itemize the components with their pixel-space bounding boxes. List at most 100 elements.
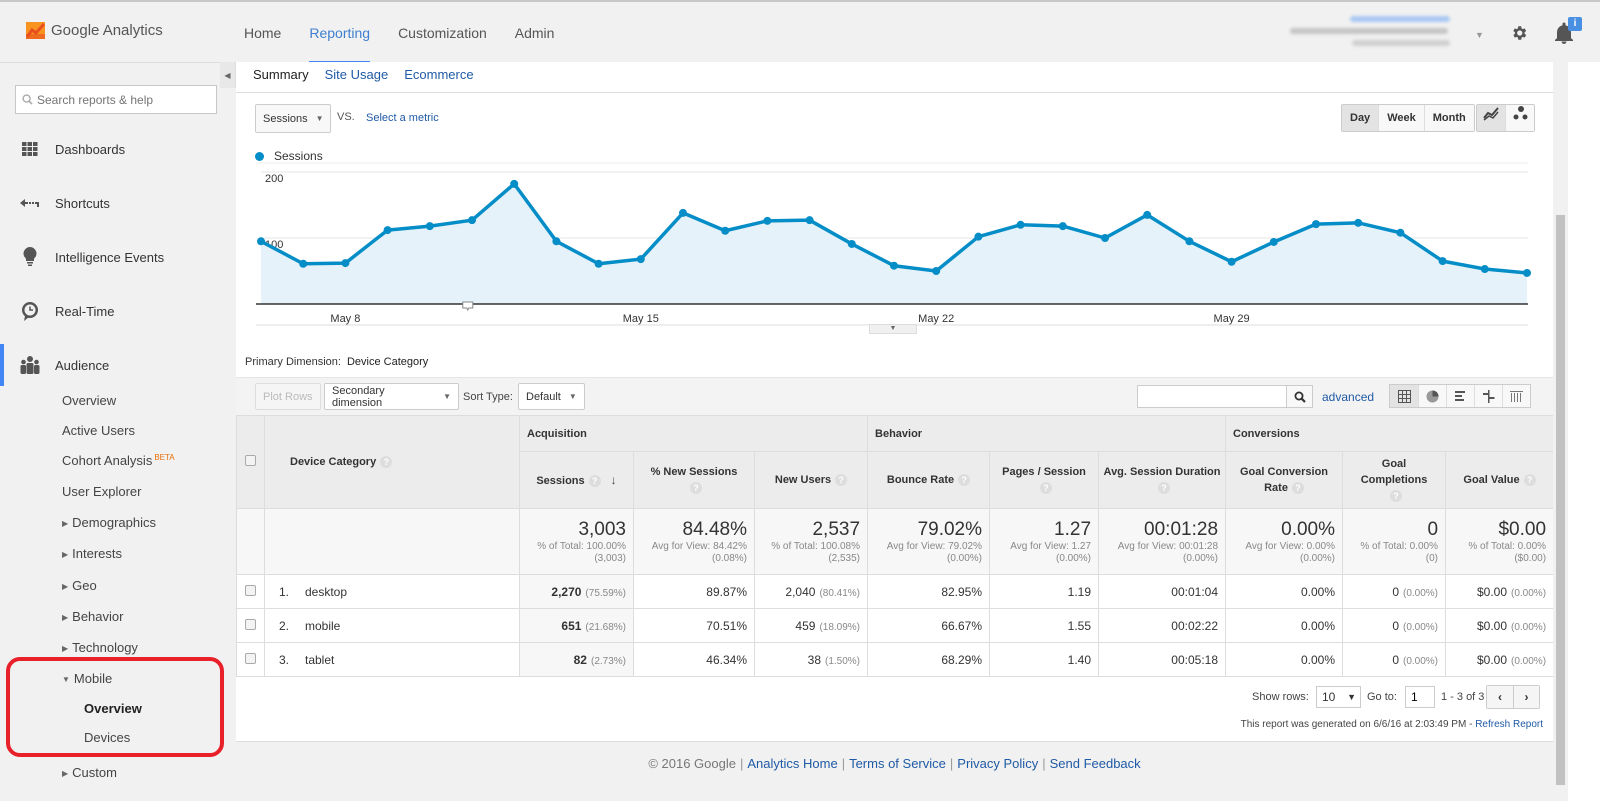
nav-home[interactable]: Home [230,2,295,64]
pivot-view-button[interactable] [1502,385,1530,407]
data-point[interactable] [805,216,814,225]
primary-dimension-value[interactable]: Device Category [347,356,428,368]
col-pages-per-session[interactable]: Pages / Session? [989,451,1100,509]
select-all-checkbox[interactable] [245,455,256,466]
sidebar-cohort-analysis[interactable]: Cohort Analysis BETA [62,453,175,468]
dimension-value-link[interactable]: tablet [305,653,334,667]
data-point[interactable] [1523,268,1531,277]
help-icon[interactable]: ? [1040,482,1053,494]
sessions-chart[interactable]: 100200May 8 May 15 May 22 May 29 [236,162,1553,337]
chart-collapse-button[interactable]: ▼ [869,324,917,334]
col-new-users[interactable]: New Users? [753,451,869,509]
data-point[interactable] [1438,257,1447,266]
plot-rows-button[interactable]: Plot Rows [255,383,321,410]
tab-summary[interactable]: Summary [253,67,309,82]
data-point[interactable] [341,259,350,268]
help-icon[interactable]: ? [958,474,971,486]
sidebar-mobile-devices[interactable]: Devices [84,730,130,745]
data-point[interactable] [763,216,772,225]
data-point[interactable] [1058,222,1067,231]
day-button[interactable]: Day [1342,105,1379,131]
row-checkbox[interactable] [245,652,256,664]
help-icon[interactable]: ? [1390,490,1403,502]
help-icon[interactable]: ? [380,456,393,468]
data-point[interactable] [1396,228,1405,237]
sidebar-search[interactable] [15,85,217,114]
data-point[interactable] [510,179,519,188]
data-point[interactable] [468,216,476,225]
sidebar-item-audience[interactable]: Audience [0,344,236,386]
data-point[interactable] [552,237,561,246]
data-point[interactable] [299,259,308,268]
data-point[interactable] [1016,220,1025,229]
data-point[interactable] [636,255,645,264]
tab-ecommerce[interactable]: Ecommerce [404,67,473,82]
metric-dropdown[interactable]: Sessions ▼ [255,104,331,133]
sidebar-interests[interactable]: ▶ Interests [62,546,122,561]
tab-site-usage[interactable]: Site Usage [325,67,389,82]
data-point[interactable] [890,261,898,270]
sidebar-technology[interactable]: ▶ Technology [62,640,138,655]
data-point[interactable] [383,226,392,235]
data-point[interactable] [721,226,730,235]
footer-analytics-home-link[interactable]: Analytics Home [747,756,837,771]
help-icon[interactable]: ? [1291,482,1304,494]
data-point[interactable] [1185,237,1194,246]
line-chart-button[interactable] [1477,105,1505,131]
data-point[interactable] [1269,237,1278,246]
sidebar-mobile-overview[interactable]: Overview [84,701,142,716]
data-point[interactable] [1312,220,1320,229]
account-selector[interactable] [1290,16,1455,52]
comparison-view-button[interactable] [1474,385,1502,407]
footer-privacy-link[interactable]: Privacy Policy [957,756,1038,771]
col-avg-session-duration[interactable]: Avg. Session Duration? [1098,451,1227,509]
footer-terms-link[interactable]: Terms of Service [849,756,946,771]
sidebar-active-users[interactable]: Active Users [62,423,135,438]
col-goal-value[interactable]: Goal Value? [1445,451,1555,509]
sort-type-dropdown[interactable]: Default ▼ [518,383,585,410]
prev-page-button[interactable]: ‹ [1487,686,1513,708]
table-search-button[interactable] [1286,385,1313,408]
dimension-value-link[interactable]: mobile [305,619,340,633]
row-checkbox[interactable] [245,584,256,596]
col-goal-completions[interactable]: Goal Completions? [1342,451,1447,509]
next-page-button[interactable]: › [1513,686,1539,708]
col-goal-conversion-rate[interactable]: Goal Conversion Rate? [1225,451,1344,509]
week-button[interactable]: Week [1378,105,1424,131]
help-icon[interactable]: ? [835,474,848,486]
dimension-header[interactable]: Device Category? [264,415,520,509]
sidebar-item-intelligence-events[interactable]: Intelligence Events [0,242,236,272]
percentage-view-button[interactable] [1418,385,1446,407]
data-point[interactable] [679,208,687,217]
help-icon[interactable]: ? [1523,474,1536,486]
help-icon[interactable]: ? [588,474,601,487]
data-point[interactable] [847,239,856,248]
sidebar-item-real-time[interactable]: Real-Time [0,296,236,326]
sidebar-audience-overview[interactable]: Overview [62,393,116,408]
col-new-sessions[interactable]: % New Sessions? [633,451,755,509]
show-rows-dropdown[interactable]: 10 ▼ [1316,686,1361,708]
gear-icon[interactable] [1510,24,1528,42]
data-point[interactable] [1354,218,1363,227]
sidebar-user-explorer[interactable]: User Explorer [62,484,141,499]
search-input[interactable] [37,92,207,107]
data-point[interactable] [1227,257,1236,266]
scrollbar-thumb[interactable] [1556,215,1565,785]
advanced-filter-link[interactable]: advanced [1322,390,1374,404]
sidebar-item-shortcuts[interactable]: Shortcuts [0,188,236,218]
data-point[interactable] [425,222,434,231]
data-view-button[interactable] [1390,385,1418,407]
select-metric-link[interactable]: Select a metric [366,112,439,124]
col-bounce-rate[interactable]: Bounce Rate? [867,451,991,509]
nav-reporting[interactable]: Reporting [295,2,384,64]
motion-chart-button[interactable] [1505,105,1534,131]
refresh-report-link[interactable]: Refresh Report [1475,719,1543,730]
nav-admin[interactable]: Admin [501,2,569,64]
data-point[interactable] [594,259,603,268]
account-caret-icon[interactable]: ▼ [1475,30,1484,40]
sidebar-behavior[interactable]: ▶ Behavior [62,609,123,624]
data-point[interactable] [1101,234,1109,242]
sidebar-item-dashboards[interactable]: Dashboards [0,134,236,164]
sidebar-demographics[interactable]: ▶ Demographics [62,515,156,530]
go-to-input[interactable] [1405,686,1435,708]
